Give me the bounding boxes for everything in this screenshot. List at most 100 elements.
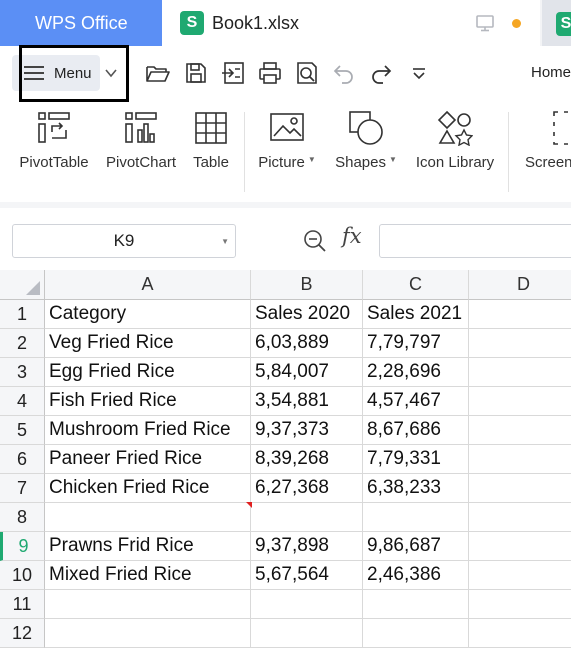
icon-library-button[interactable]: Icon Library xyxy=(410,102,500,202)
row-header[interactable]: 10 xyxy=(0,561,45,590)
pivot-table-button[interactable]: PivotTable xyxy=(14,102,94,202)
export-icon[interactable] xyxy=(221,60,247,86)
cell-a9[interactable]: Prawns Frid Rice xyxy=(45,532,251,561)
zoom-out-icon[interactable] xyxy=(302,228,328,254)
picture-dropdown-icon: ▼ xyxy=(307,155,316,164)
row-header[interactable]: 2 xyxy=(0,329,45,358)
cell-c5[interactable]: 8,67,686 xyxy=(363,416,469,445)
cell-a12[interactable] xyxy=(45,619,251,648)
highlight-box xyxy=(19,45,129,102)
shapes-dropdown-icon: ▼ xyxy=(388,155,397,164)
cell-d11[interactable] xyxy=(469,590,571,619)
cell-b3[interactable]: 5,84,007 xyxy=(251,358,363,387)
column-header-d[interactable]: D xyxy=(469,270,571,300)
cell-b7[interactable]: 6,27,368 xyxy=(251,474,363,503)
cell-c2[interactable]: 7,79,797 xyxy=(363,329,469,358)
screenshot-button[interactable]: Screen xyxy=(524,102,571,202)
row-header[interactable]: 8 xyxy=(0,503,45,532)
row-header[interactable]: 4 xyxy=(0,387,45,416)
cell-d5[interactable] xyxy=(469,416,571,445)
cell-c8[interactable] xyxy=(363,503,469,532)
cell-a4[interactable]: Fish Fried Rice xyxy=(45,387,251,416)
print-icon[interactable] xyxy=(257,60,283,86)
cell-a7[interactable]: Chicken Fried Rice xyxy=(45,474,251,503)
column-header-b[interactable]: B xyxy=(251,270,363,300)
tab-wps-office[interactable]: WPS Office xyxy=(0,0,162,46)
cell-b12[interactable] xyxy=(251,619,363,648)
cell-a3[interactable]: Egg Fried Rice xyxy=(45,358,251,387)
cell-d4[interactable] xyxy=(469,387,571,416)
row-header[interactable]: 11 xyxy=(0,590,45,619)
save-icon[interactable] xyxy=(183,60,209,86)
pivot-table-label: PivotTable xyxy=(19,154,89,171)
cell-c6[interactable]: 7,79,331 xyxy=(363,445,469,474)
cell-b2[interactable]: 6,03,889 xyxy=(251,329,363,358)
cell-b1[interactable]: Sales 2020 xyxy=(251,300,363,329)
row-header[interactable]: 5 xyxy=(0,416,45,445)
cell-c7[interactable]: 6,38,233 xyxy=(363,474,469,503)
select-all-icon xyxy=(26,281,40,295)
cell-a5[interactable]: Mushroom Fried Rice xyxy=(45,416,251,445)
spreadsheet-grid[interactable]: A B C D 1 Category Sales 2020 Sales 2021 2 Veg Fr… xyxy=(0,270,571,648)
formula-bar: K9 ▼ fx xyxy=(0,208,571,270)
formula-input[interactable] xyxy=(379,224,571,258)
column-header-a[interactable]: A xyxy=(45,270,251,300)
cell-c10[interactable]: 2,46,386 xyxy=(363,561,469,590)
open-folder-icon[interactable] xyxy=(145,60,171,86)
ribbon-separator xyxy=(508,112,509,192)
picture-button[interactable]: Picture ▼ xyxy=(254,102,320,202)
cell-b9[interactable]: 9,37,898 xyxy=(251,532,363,561)
select-all-corner[interactable] xyxy=(0,270,45,300)
cell-b5[interactable]: 9,37,373 xyxy=(251,416,363,445)
cell-c1[interactable]: Sales 2021 xyxy=(363,300,469,329)
cell-c11[interactable] xyxy=(363,590,469,619)
monitor-icon[interactable] xyxy=(476,14,494,32)
table-button[interactable]: Table xyxy=(186,102,236,202)
shapes-button[interactable]: Shapes ▼ xyxy=(331,102,401,202)
cell-b4[interactable]: 3,54,881 xyxy=(251,387,363,416)
cell-d10[interactable] xyxy=(469,561,571,590)
pivot-chart-button[interactable]: PivotChart xyxy=(100,102,182,202)
row-header[interactable]: 7 xyxy=(0,474,45,503)
row-header[interactable]: 9 xyxy=(0,532,45,561)
cell-d3[interactable] xyxy=(469,358,571,387)
cell-c3[interactable]: 2,28,696 xyxy=(363,358,469,387)
cell-a8[interactable] xyxy=(45,503,251,532)
cell-d6[interactable] xyxy=(469,445,571,474)
comment-indicator-icon xyxy=(246,502,252,508)
cell-b6[interactable]: 8,39,268 xyxy=(251,445,363,474)
cell-b10[interactable]: 5,67,564 xyxy=(251,561,363,590)
column-header-c[interactable]: C xyxy=(363,270,469,300)
customize-toolbar-icon[interactable] xyxy=(407,60,433,86)
cell-b8[interactable] xyxy=(251,503,363,532)
cell-a10[interactable]: Mixed Fried Rice xyxy=(45,561,251,590)
cell-a11[interactable] xyxy=(45,590,251,619)
row-header[interactable]: 6 xyxy=(0,445,45,474)
name-box[interactable]: K9 ▼ xyxy=(12,224,236,258)
cell-d2[interactable] xyxy=(469,329,571,358)
print-preview-icon[interactable] xyxy=(294,60,320,86)
cell-a2[interactable]: Veg Fried Rice xyxy=(45,329,251,358)
screenshot-icon xyxy=(553,111,568,145)
cell-d8[interactable] xyxy=(469,503,571,532)
cell-d12[interactable] xyxy=(469,619,571,648)
cell-c4[interactable]: 4,57,467 xyxy=(363,387,469,416)
row-header[interactable]: 3 xyxy=(0,358,45,387)
tab-home[interactable]: Home xyxy=(531,64,571,81)
undo-icon[interactable] xyxy=(331,60,357,86)
cell-c9[interactable]: 9,86,687 xyxy=(363,532,469,561)
cell-a6[interactable]: Paneer Fried Rice xyxy=(45,445,251,474)
redo-icon[interactable] xyxy=(368,60,394,86)
row-header[interactable]: 12 xyxy=(0,619,45,648)
cell-c12[interactable] xyxy=(363,619,469,648)
cell-b11[interactable] xyxy=(251,590,363,619)
cell-d7[interactable] xyxy=(469,474,571,503)
cell-a1[interactable]: Category xyxy=(45,300,251,329)
name-box-dropdown-icon[interactable]: ▼ xyxy=(221,237,229,246)
function-icon[interactable]: fx xyxy=(342,224,362,248)
cell-d9[interactable] xyxy=(469,532,571,561)
row-header[interactable]: 1 xyxy=(0,300,45,329)
pivot-chart-label: PivotChart xyxy=(105,154,177,171)
icon-library-icon xyxy=(437,110,473,146)
cell-d1[interactable] xyxy=(469,300,571,329)
